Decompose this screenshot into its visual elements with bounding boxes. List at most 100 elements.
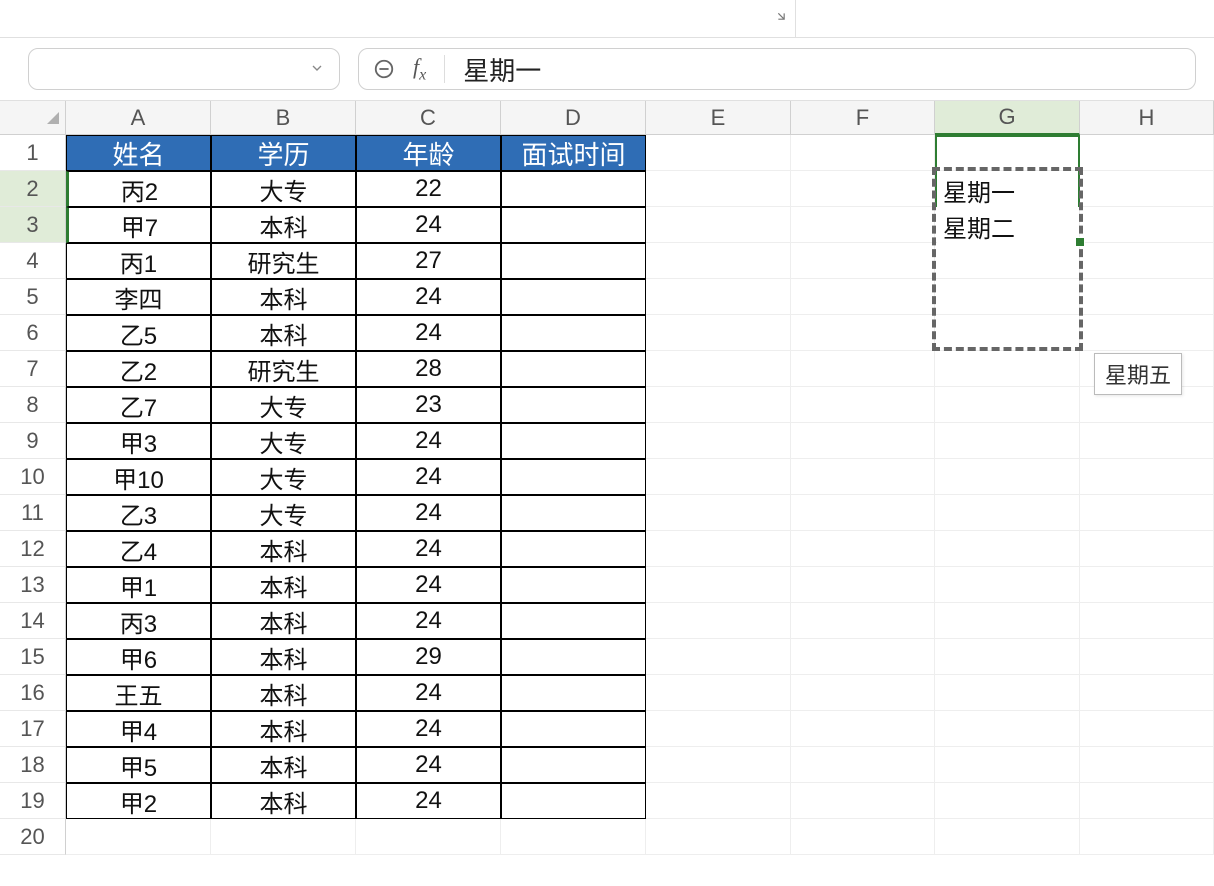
table-cell[interactable] [501,675,646,711]
table-cell[interactable]: 24 [356,459,501,495]
empty-cell[interactable] [1080,567,1214,603]
row-header[interactable]: 10 [0,459,66,495]
empty-cell[interactable] [935,711,1080,747]
empty-cell[interactable] [935,783,1080,819]
table-header[interactable]: 面试时间 [501,135,646,171]
row-header[interactable]: 20 [0,819,66,855]
empty-cell[interactable] [356,819,501,855]
empty-cell[interactable] [1080,495,1214,531]
row-header[interactable]: 3 [0,207,66,243]
empty-cell[interactable] [1080,279,1214,315]
table-cell[interactable]: 本科 [211,207,356,243]
empty-cell[interactable] [646,279,791,315]
column-header-a[interactable]: A [66,101,211,135]
table-cell[interactable]: 研究生 [211,243,356,279]
empty-cell[interactable] [646,819,791,855]
empty-cell[interactable] [646,639,791,675]
empty-cell[interactable] [935,351,1080,387]
table-cell[interactable]: 甲7 [66,207,211,243]
formula-input-container[interactable]: fx 星期一 [358,48,1196,90]
select-all-corner[interactable] [0,101,66,135]
empty-cell[interactable] [935,387,1080,423]
table-cell[interactable]: 本科 [211,747,356,783]
table-cell[interactable]: 24 [356,207,501,243]
empty-cell[interactable] [646,747,791,783]
empty-cell[interactable] [501,819,646,855]
table-cell[interactable]: 甲2 [66,783,211,819]
empty-cell[interactable] [791,315,935,351]
empty-cell[interactable] [646,459,791,495]
row-header[interactable]: 17 [0,711,66,747]
empty-cell[interactable] [791,747,935,783]
table-cell[interactable] [501,423,646,459]
table-cell[interactable]: 24 [356,279,501,315]
table-cell[interactable]: 研究生 [211,351,356,387]
table-cell[interactable] [501,315,646,351]
empty-cell[interactable] [935,459,1080,495]
table-cell[interactable] [501,207,646,243]
empty-cell[interactable] [1080,747,1214,783]
row-header[interactable]: 14 [0,603,66,639]
empty-cell[interactable] [1080,459,1214,495]
table-cell[interactable]: 王五 [66,675,211,711]
table-cell[interactable]: 丙2 [66,171,211,207]
empty-cell[interactable] [211,819,356,855]
row-header[interactable]: 7 [0,351,66,387]
empty-cell[interactable] [791,567,935,603]
table-cell[interactable] [501,351,646,387]
table-cell[interactable]: 24 [356,747,501,783]
table-cell[interactable] [501,243,646,279]
table-cell[interactable]: 22 [356,171,501,207]
table-cell[interactable]: 甲3 [66,423,211,459]
table-cell[interactable]: 甲6 [66,639,211,675]
empty-cell[interactable] [791,279,935,315]
table-cell[interactable]: 本科 [211,603,356,639]
empty-cell[interactable] [791,459,935,495]
row-header[interactable]: 5 [0,279,66,315]
empty-cell[interactable] [791,675,935,711]
empty-cell[interactable] [791,351,935,387]
row-header[interactable]: 12 [0,531,66,567]
table-cell[interactable]: 本科 [211,675,356,711]
table-cell[interactable]: 乙7 [66,387,211,423]
empty-cell[interactable] [935,639,1080,675]
table-cell[interactable]: 本科 [211,567,356,603]
empty-cell[interactable] [646,531,791,567]
empty-cell[interactable] [646,171,791,207]
table-cell[interactable] [501,747,646,783]
table-cell[interactable]: 丙3 [66,603,211,639]
table-cell[interactable]: 24 [356,603,501,639]
table-cell[interactable]: 24 [356,423,501,459]
table-cell[interactable] [501,603,646,639]
table-cell[interactable]: 乙2 [66,351,211,387]
empty-cell[interactable] [791,243,935,279]
row-header[interactable]: 16 [0,675,66,711]
row-header[interactable]: 13 [0,567,66,603]
empty-cell[interactable] [791,207,935,243]
column-header-g[interactable]: G [935,101,1080,135]
table-cell[interactable]: 本科 [211,315,356,351]
row-header[interactable]: 2 [0,171,66,207]
empty-cell[interactable] [646,135,791,171]
empty-cell[interactable] [935,243,1080,279]
table-cell[interactable]: 乙3 [66,495,211,531]
grid-body[interactable]: ABCDEFGH 星期一 星期二 星期五 姓名学历年龄面试时间丙2大专22甲7本… [66,101,1214,855]
cell-g2[interactable]: 星期一 [937,173,1078,207]
empty-cell[interactable] [935,495,1080,531]
fx-icon[interactable]: fx [413,54,426,84]
empty-cell[interactable] [646,711,791,747]
row-header[interactable]: 19 [0,783,66,819]
empty-cell[interactable] [935,675,1080,711]
empty-cell[interactable] [1080,783,1214,819]
empty-cell[interactable] [935,819,1080,855]
empty-cell[interactable] [646,207,791,243]
column-header-h[interactable]: H [1080,101,1214,135]
empty-cell[interactable] [1080,711,1214,747]
table-cell[interactable]: 丙1 [66,243,211,279]
table-cell[interactable]: 27 [356,243,501,279]
table-cell[interactable]: 大专 [211,171,356,207]
empty-cell[interactable] [791,783,935,819]
empty-cell[interactable] [646,387,791,423]
spreadsheet-grid[interactable]: 1234567891011121314151617181920 ABCDEFGH… [0,101,1214,855]
empty-cell[interactable] [791,135,935,171]
